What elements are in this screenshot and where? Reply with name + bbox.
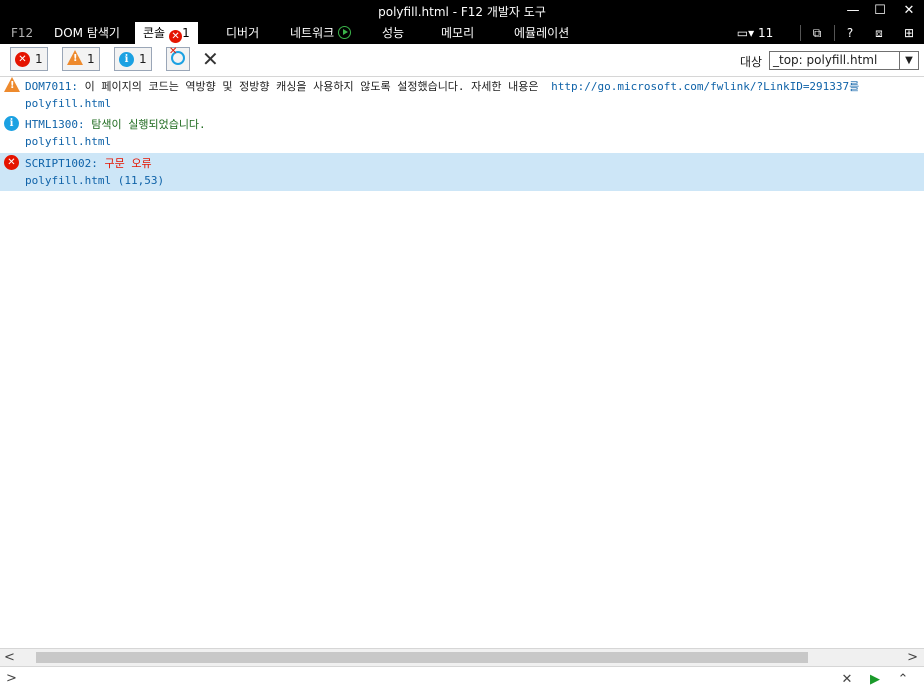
horizontal-scrollbar[interactable]: < > (0, 648, 924, 666)
message-text: 구문 오류 (104, 157, 152, 170)
clear-on-navigate-button[interactable]: ✕ (166, 46, 190, 71)
tab-memory[interactable]: 메모리 (441, 22, 474, 44)
error-badge-icon: ✕ (169, 30, 183, 43)
chevron-down-icon: ▼ (899, 52, 918, 69)
tab-network-label: 네트워크 (290, 26, 335, 40)
close-button[interactable]: ✕ (894, 0, 924, 22)
tab-console-badge-count: 1 (182, 26, 190, 40)
tab-debugger[interactable]: 디버거 (226, 22, 259, 44)
console-message-warning[interactable]: DOM7011: 이 페이지의 코드는 역방향 및 정방향 캐싱을 사용하지 않… (0, 76, 924, 95)
console-message-source[interactable]: polyfill.html (0, 95, 924, 114)
help-button[interactable]: ? (842, 22, 858, 44)
console-toggle-icon[interactable]: ⧉ (808, 22, 826, 44)
tab-emulation[interactable]: 에뮬레이션 (514, 22, 569, 44)
info-icon: i (4, 116, 19, 131)
error-count: 1 (35, 52, 43, 66)
filter-errors-button[interactable]: ✕ 1 (10, 47, 48, 71)
tab-performance[interactable]: 성능 (382, 22, 404, 44)
title-bar: polyfill.html - F12 개발자 도구 — ☐ ✕ (0, 0, 924, 22)
expand-input-icon[interactable]: ⌃ (894, 671, 912, 689)
pin-icon[interactable]: ⊞ (900, 22, 918, 44)
console-output: DOM7011: 이 페이지의 코드는 역방향 및 정방향 캐싱을 사용하지 않… (0, 76, 924, 648)
monitor-icon: ▭▾ (736, 26, 755, 40)
console-input-bar[interactable]: > ✕ ▶ ⌃ (0, 666, 924, 692)
console-message-info[interactable]: i HTML1300: 탐색이 실행되었습니다. (0, 114, 924, 133)
message-code: SCRIPT1002: (25, 157, 98, 170)
window-title: polyfill.html - F12 개발자 도구 (378, 5, 546, 19)
clear-input-icon[interactable]: ✕ (838, 671, 856, 689)
tab-network[interactable]: 네트워크 (290, 22, 352, 44)
info-count: 1 (139, 52, 147, 66)
message-code: HTML1300: (25, 118, 85, 131)
clear-mark-icon: ✕ (169, 46, 178, 57)
target-label: 대상 (740, 55, 763, 69)
scroll-right-icon[interactable]: > (907, 650, 918, 665)
console-message-source[interactable]: polyfill.html (11,53) (0, 172, 924, 191)
message-source-link[interactable]: polyfill.html (25, 135, 111, 148)
emulation-version: 11 (757, 26, 774, 40)
message-code: DOM7011: (25, 80, 78, 93)
scrollbar-thumb[interactable] (36, 652, 808, 663)
prompt-chevron-icon: > (6, 671, 17, 686)
clear-console-icon[interactable]: ✕ (202, 47, 219, 71)
message-text: 탐색이 실행되었습니다. (91, 118, 206, 131)
emulation-mode-dropdown[interactable]: ▭▾ 11 (730, 22, 780, 44)
toolbar-divider (834, 25, 835, 41)
message-text: 이 페이지의 코드는 역방향 및 정방향 캐싱을 사용하지 않도록 설정했습니다… (84, 80, 539, 93)
message-link[interactable]: http://go.microsoft.com/fwlink/?LinkID=2… (551, 80, 859, 93)
toolbar-divider (800, 25, 801, 41)
minimize-button[interactable]: — (838, 0, 868, 22)
filter-warnings-button[interactable]: 1 (62, 47, 100, 71)
undock-icon[interactable]: ⧈ (870, 22, 888, 44)
error-icon: ✕ (15, 52, 30, 67)
target-select[interactable]: _top: polyfill.html ▼ (769, 51, 919, 70)
tab-console-label: 콘솔 (143, 26, 166, 40)
error-icon: ✕ (4, 155, 19, 170)
tab-console[interactable]: 콘솔 ✕ 1 (135, 22, 198, 44)
play-icon (338, 26, 352, 39)
scroll-left-icon[interactable]: < (4, 650, 15, 665)
warning-icon (4, 77, 20, 92)
run-script-icon[interactable]: ▶ (866, 671, 884, 689)
console-message-error[interactable]: ✕ SCRIPT1002: 구문 오류 (0, 153, 924, 172)
message-source-link[interactable]: polyfill.html (11,53) (25, 174, 164, 187)
filter-info-button[interactable]: i 1 (114, 47, 152, 71)
target-value: _top: polyfill.html (773, 53, 878, 67)
warning-count: 1 (87, 52, 95, 66)
warning-icon (67, 50, 83, 65)
tab-f12[interactable]: F12 (11, 22, 33, 44)
console-message-source[interactable]: polyfill.html (0, 133, 924, 152)
tab-dom-explorer[interactable]: DOM 탐색기 (54, 22, 120, 44)
maximize-button[interactable]: ☐ (865, 0, 895, 22)
tab-bar: F12 DOM 탐색기 콘솔 ✕ 1 디버거 네트워크 성능 메모리 에뮬레이션 ▭… (0, 22, 924, 44)
message-source-link[interactable]: polyfill.html (25, 97, 111, 110)
info-icon: i (119, 52, 134, 67)
